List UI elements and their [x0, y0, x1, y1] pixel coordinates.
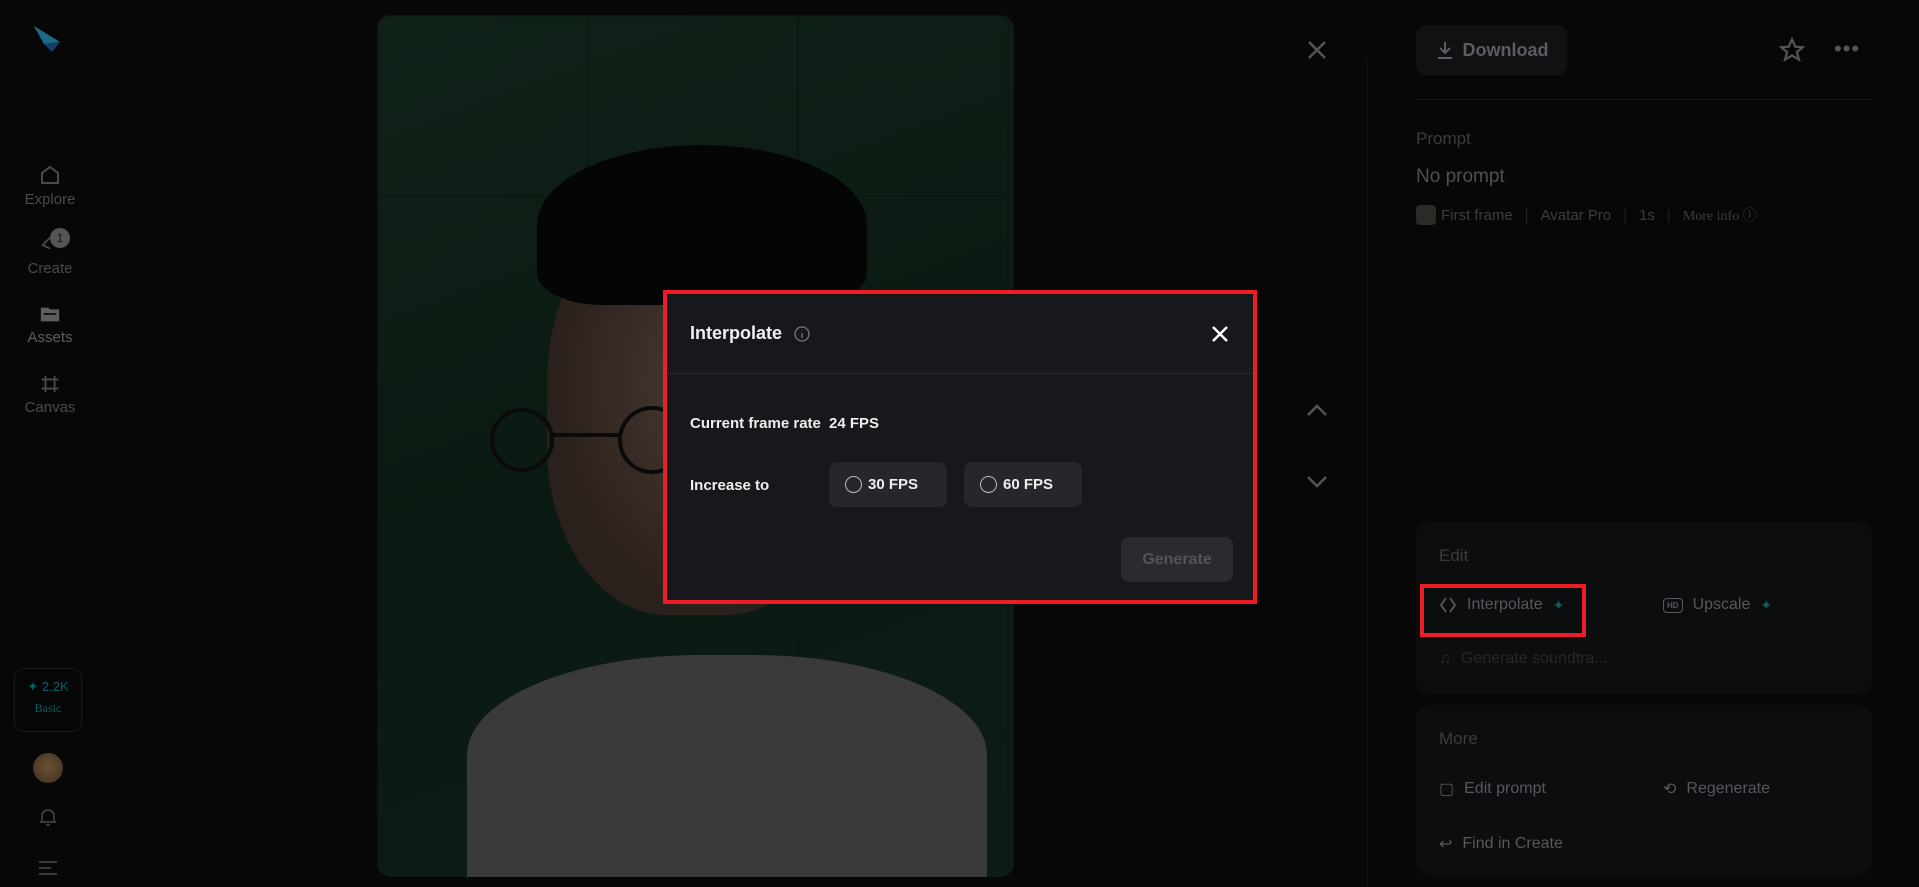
sidebar-item-explore[interactable]: Explore — [0, 163, 100, 208]
return-icon: ↩ — [1439, 836, 1453, 853]
option-label: 60 FPS — [1003, 476, 1054, 493]
edit-prompt-button[interactable]: ▢ Edit prompt — [1439, 779, 1546, 799]
logo-icon[interactable] — [30, 22, 66, 58]
credits-count: 2.2K — [41, 679, 69, 694]
hd-icon: HD — [1663, 597, 1683, 613]
sidebar-item-label: Canvas — [24, 399, 76, 416]
sparkle-icon: ✦ — [27, 679, 39, 694]
find-in-create-button[interactable]: ↩ Find in Create — [1439, 834, 1563, 854]
prompt-text: No prompt — [1416, 166, 1505, 187]
more-info-link[interactable]: More info ⓘ — [1683, 205, 1757, 225]
highlight-box — [1420, 584, 1586, 637]
chevron-down-icon[interactable] — [1305, 472, 1329, 492]
refresh-icon: ⟲ — [1663, 781, 1677, 798]
info-icon[interactable] — [794, 325, 810, 342]
sparkle-icon: ✦ — [1760, 596, 1773, 613]
more-card: More ▢ Edit prompt ⟲ Regenerate ↩ Find in C… — [1416, 705, 1872, 877]
meta-row: First frame | Avatar Pro | 1s | More info ⓘ — [1416, 205, 1757, 225]
dialog-title: Interpolate — [690, 323, 783, 343]
current-frame-rate-label: Current frame rate — [690, 415, 821, 432]
edit-prompt-label: Edit prompt — [1464, 780, 1546, 797]
edit-icon: ▢ — [1439, 781, 1455, 798]
generate-button[interactable]: Generate — [1121, 537, 1233, 582]
first-frame[interactable]: First frame — [1416, 205, 1513, 225]
folder-icon — [40, 307, 60, 322]
radio-icon — [980, 476, 997, 493]
bell-icon[interactable] — [36, 805, 60, 829]
plan-label: Basic — [34, 701, 62, 715]
chevron-up-icon[interactable] — [1305, 400, 1329, 420]
star-icon[interactable] — [1779, 37, 1805, 63]
regenerate-label: Regenerate — [1686, 780, 1771, 797]
sidebar-item-create[interactable]: 1 Create — [0, 228, 100, 277]
increase-to-label: Increase to — [690, 477, 770, 494]
avatar[interactable] — [33, 753, 63, 783]
sidebar-item-label: Explore — [24, 191, 76, 208]
canvas-icon — [41, 375, 59, 393]
credits-badge[interactable]: ✦ 2.2K Basic — [14, 668, 82, 732]
upscale-label: Upscale — [1692, 596, 1751, 613]
divider — [1416, 99, 1872, 100]
generate-soundtrack-button[interactable]: ♫ Generate soundtra... — [1439, 650, 1608, 668]
close-viewer-icon[interactable] — [1305, 38, 1329, 62]
regenerate-button[interactable]: ⟲ Regenerate — [1663, 779, 1770, 799]
more-info-label: More info — [1682, 209, 1740, 224]
music-icon: ♫ — [1439, 650, 1451, 667]
more-title: More — [1439, 729, 1478, 748]
option-label: 30 FPS — [868, 476, 919, 493]
first-frame-label: First frame — [1441, 206, 1513, 224]
edit-title: Edit — [1439, 546, 1469, 565]
create-badge: 1 — [50, 228, 70, 248]
menu-icon[interactable] — [36, 858, 60, 878]
option-30-fps[interactable]: 30 FPS — [829, 462, 947, 507]
sidebar-item-label: Assets — [27, 329, 73, 346]
dialog-header: Interpolate — [667, 294, 1253, 374]
prompt-label: Prompt — [1416, 129, 1471, 148]
first-frame-thumbnail — [1416, 205, 1436, 225]
duration-label: 1s — [1639, 206, 1655, 224]
home-icon — [41, 165, 59, 184]
sidebar-item-assets[interactable]: Assets — [0, 303, 100, 346]
download-label: Download — [1462, 39, 1549, 60]
upscale-button[interactable]: HD Upscale ✦ — [1663, 596, 1772, 614]
download-icon — [1437, 42, 1452, 59]
radio-icon — [845, 476, 862, 493]
divider — [1367, 60, 1368, 887]
more-options-icon[interactable]: ••• — [1834, 36, 1860, 62]
sidebar: Explore 1 Create Assets Canvas ✦ 2.2K Ba… — [0, 0, 120, 887]
interpolate-dialog: Interpolate Current frame rate 24 FPS In… — [663, 290, 1257, 604]
find-label: Find in Create — [1462, 835, 1563, 852]
soundtrack-label: Generate soundtra... — [1461, 650, 1608, 667]
download-button[interactable]: Download — [1416, 25, 1567, 75]
option-60-fps[interactable]: 60 FPS — [964, 462, 1082, 507]
sidebar-item-canvas[interactable]: Canvas — [0, 373, 100, 416]
close-icon[interactable] — [1210, 324, 1230, 344]
sidebar-item-label: Create — [27, 260, 73, 277]
current-frame-rate-value: 24 FPS — [829, 415, 880, 432]
model-label: Avatar Pro — [1540, 206, 1612, 224]
